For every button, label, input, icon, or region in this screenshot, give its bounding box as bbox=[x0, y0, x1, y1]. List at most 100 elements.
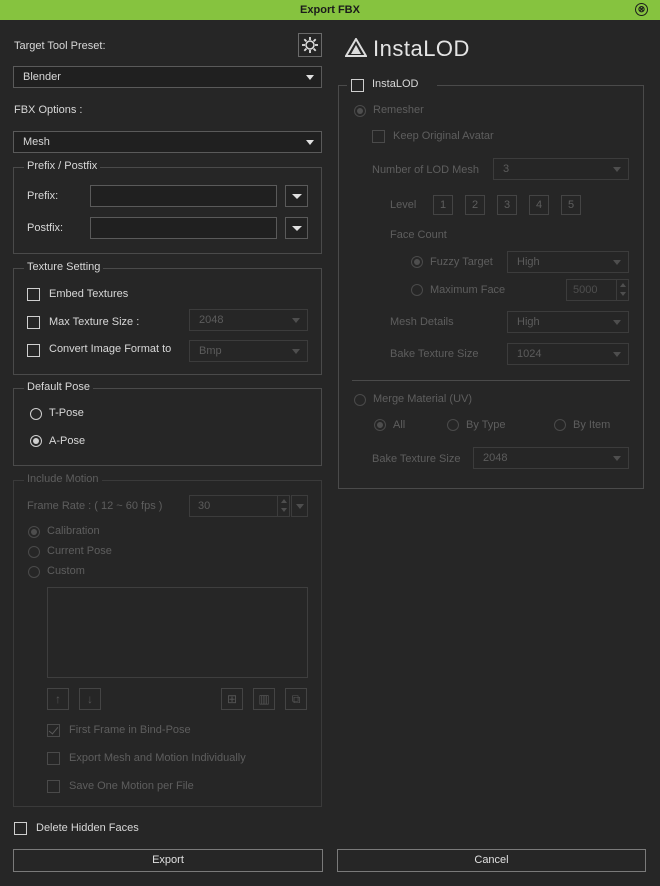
default-pose-title: Default Pose bbox=[24, 381, 93, 394]
save-one-motion-label: Save One Motion per File bbox=[69, 780, 194, 792]
fuzzy-target-value: High bbox=[517, 256, 540, 268]
gear-icon bbox=[302, 37, 318, 53]
level-label: Level bbox=[390, 199, 417, 211]
trash-icon: ▥ bbox=[258, 692, 270, 706]
export-button[interactable]: Export bbox=[13, 849, 323, 872]
spin-up-icon bbox=[281, 499, 287, 503]
chevron-down-icon bbox=[613, 352, 621, 357]
max-face-spinner[interactable] bbox=[616, 280, 628, 300]
chevron-down-icon bbox=[292, 349, 300, 354]
frame-rate-dropdown[interactable] bbox=[291, 495, 308, 517]
move-down-button[interactable]: ↓ bbox=[79, 688, 101, 710]
postfix-dropdown-button[interactable] bbox=[285, 217, 308, 239]
chevron-down-icon bbox=[613, 456, 621, 461]
tpose-radio[interactable] bbox=[30, 408, 42, 420]
prefix-dropdown-button[interactable] bbox=[285, 185, 308, 207]
fbx-options-value: Mesh bbox=[23, 136, 50, 148]
merge-by-item-radio[interactable] bbox=[554, 419, 566, 431]
export-individually-checkbox[interactable] bbox=[47, 752, 60, 765]
level-4-button[interactable]: 4 bbox=[529, 195, 549, 215]
bake-size-value: 1024 bbox=[517, 348, 542, 360]
frame-rate-value: 30 bbox=[198, 500, 211, 512]
custom-label: Custom bbox=[47, 565, 85, 577]
apose-label: A-Pose bbox=[49, 435, 86, 447]
chevron-down-icon bbox=[296, 504, 304, 509]
convert-image-select[interactable]: Bmp bbox=[189, 340, 308, 362]
import-motion-button[interactable]: ⧉ bbox=[285, 688, 307, 710]
mesh-details-label: Mesh Details bbox=[390, 316, 454, 328]
instalod-logo-text: InstaLOD bbox=[373, 36, 470, 61]
merge-all-radio[interactable] bbox=[374, 419, 386, 431]
chevron-down-icon bbox=[613, 260, 621, 265]
max-texture-size-checkbox[interactable] bbox=[27, 316, 40, 329]
postfix-input[interactable] bbox=[90, 217, 277, 239]
num-lod-value: 3 bbox=[503, 163, 510, 175]
keep-avatar-checkbox[interactable] bbox=[372, 130, 385, 143]
prefix-postfix-group bbox=[13, 167, 322, 254]
instalod-checkbox[interactable] bbox=[351, 79, 364, 92]
default-pose-group bbox=[13, 388, 322, 466]
merge-all-label: All bbox=[393, 419, 406, 431]
current-pose-radio[interactable] bbox=[28, 546, 40, 558]
bake-size-label: Bake Texture Size bbox=[390, 348, 479, 360]
spin-down-icon bbox=[620, 292, 626, 296]
max-face-input[interactable]: 5000 bbox=[566, 279, 629, 301]
max-face-value: 5000 bbox=[573, 284, 598, 296]
close-icon[interactable]: ⊗ bbox=[635, 3, 648, 16]
num-lod-select[interactable]: 3 bbox=[493, 158, 629, 180]
level-2-button[interactable]: 2 bbox=[465, 195, 485, 215]
first-frame-checkbox[interactable] bbox=[47, 724, 60, 737]
add-folder-icon: ⊞ bbox=[226, 692, 238, 706]
arrow-up-icon: ↑ bbox=[55, 692, 61, 706]
prefix-postfix-title: Prefix / Postfix bbox=[24, 160, 101, 173]
level-1-button[interactable]: 1 bbox=[433, 195, 453, 215]
instalod-logo-icon bbox=[345, 38, 367, 57]
chevron-down-icon bbox=[613, 320, 621, 325]
prefix-label: Prefix: bbox=[27, 190, 59, 202]
window-title-bar: Export FBX bbox=[0, 0, 660, 20]
merge-by-type-radio[interactable] bbox=[447, 419, 459, 431]
delete-hidden-faces-label: Delete Hidden Faces bbox=[36, 822, 139, 834]
merge-bake-select[interactable]: 2048 bbox=[473, 447, 629, 469]
custom-radio[interactable] bbox=[28, 566, 40, 578]
remesher-radio[interactable] bbox=[354, 105, 366, 117]
add-motion-button[interactable]: ⊞ bbox=[221, 688, 243, 710]
preset-select[interactable]: Blender bbox=[13, 66, 322, 88]
keep-avatar-label: Keep Original Avatar bbox=[393, 130, 494, 142]
mesh-details-select[interactable]: High bbox=[507, 311, 629, 333]
save-one-motion-checkbox[interactable] bbox=[47, 780, 60, 793]
fbx-options-label: FBX Options : bbox=[14, 104, 83, 116]
fbx-options-select[interactable]: Mesh bbox=[13, 131, 322, 153]
merge-bake-value: 2048 bbox=[483, 452, 508, 464]
convert-image-value: Bmp bbox=[199, 345, 222, 357]
apose-radio[interactable] bbox=[30, 435, 42, 447]
max-texture-size-value: 2048 bbox=[199, 314, 224, 326]
motion-list[interactable] bbox=[47, 587, 308, 678]
frame-rate-input[interactable]: 30 bbox=[189, 495, 290, 517]
prefix-input[interactable] bbox=[90, 185, 277, 207]
delete-motion-button[interactable]: ▥ bbox=[253, 688, 275, 710]
level-3-button[interactable]: 3 bbox=[497, 195, 517, 215]
delete-hidden-faces-checkbox[interactable] bbox=[14, 822, 27, 835]
merge-material-radio[interactable] bbox=[354, 394, 366, 406]
calibration-radio[interactable] bbox=[28, 526, 40, 538]
convert-image-checkbox[interactable] bbox=[27, 344, 40, 357]
frame-rate-spinner[interactable] bbox=[277, 496, 289, 516]
move-up-button[interactable]: ↑ bbox=[47, 688, 69, 710]
max-face-radio[interactable] bbox=[411, 284, 423, 296]
fuzzy-target-radio[interactable] bbox=[411, 256, 423, 268]
fuzzy-target-select[interactable]: High bbox=[507, 251, 629, 273]
triangle-down-icon bbox=[292, 226, 302, 231]
embed-textures-checkbox[interactable] bbox=[27, 288, 40, 301]
merge-bake-label: Bake Texture Size bbox=[372, 453, 461, 465]
target-preset-label: Target Tool Preset: bbox=[14, 40, 106, 52]
frame-rate-label: Frame Rate : ( 12 ~ 60 fps ) bbox=[27, 500, 163, 512]
cancel-button[interactable]: Cancel bbox=[337, 849, 646, 872]
preset-settings-button[interactable] bbox=[298, 33, 322, 57]
level-5-button[interactable]: 5 bbox=[561, 195, 581, 215]
instalod-label: InstaLOD bbox=[372, 78, 419, 90]
fuzzy-target-label: Fuzzy Target bbox=[430, 256, 493, 268]
max-texture-size-select[interactable]: 2048 bbox=[189, 309, 308, 331]
bake-size-select[interactable]: 1024 bbox=[507, 343, 629, 365]
chevron-down-icon bbox=[613, 167, 621, 172]
